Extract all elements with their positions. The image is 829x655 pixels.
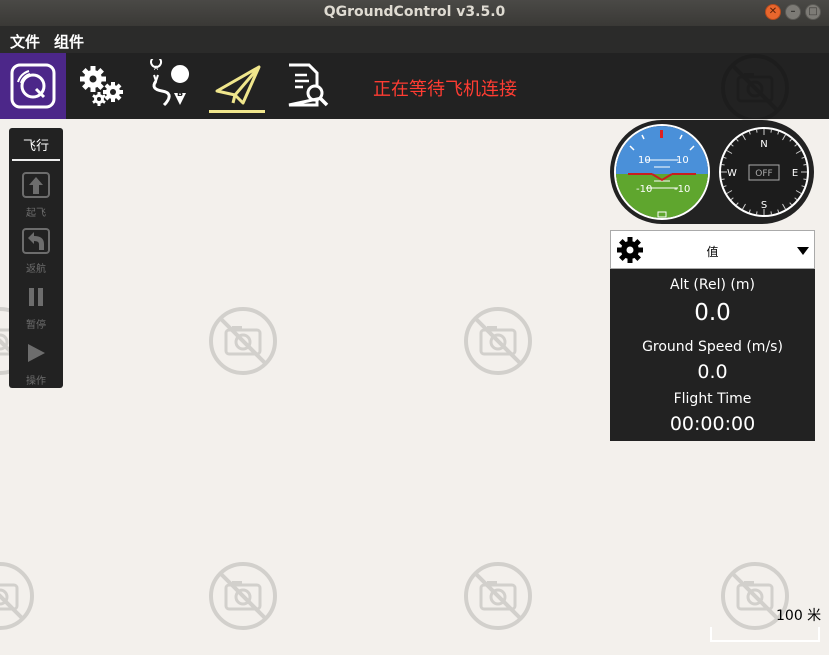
analyze-view-button[interactable] xyxy=(279,59,335,113)
pitch-label-bottom-right: -10 xyxy=(674,184,690,195)
menu-bar: 文件 组件 xyxy=(0,26,829,53)
takeoff-label: 起飞 xyxy=(26,208,46,219)
attitude-indicator: 10 10 -10 -10 xyxy=(614,124,710,220)
alt-rel-label: Alt (Rel) (m) xyxy=(670,277,755,293)
return-label: 返航 xyxy=(26,264,46,275)
compass-east: E xyxy=(792,168,798,179)
main-toolbar: B A 正在等待飞机连接 xyxy=(0,53,829,119)
compass-indicator: N E S W OFF xyxy=(718,124,810,220)
takeoff-button[interactable]: 起飞 xyxy=(9,168,63,222)
maximize-window-button[interactable]: □ xyxy=(805,4,821,20)
analyze-document-icon xyxy=(288,63,329,107)
compass-west: W xyxy=(727,168,737,179)
qgc-logo-button[interactable] xyxy=(0,53,66,119)
paper-plane-icon xyxy=(215,65,261,105)
compass-south: S xyxy=(761,200,767,211)
ground-speed-value: 0.0 xyxy=(697,361,728,383)
compass-status: OFF xyxy=(755,169,772,179)
compass-north: N xyxy=(760,139,767,150)
action-label: 操作 xyxy=(26,376,46,387)
fly-tools-divider xyxy=(12,159,60,161)
return-icon xyxy=(22,228,50,254)
fly-view-button[interactable] xyxy=(209,59,265,113)
window-titlebar: QGroundControl v3.5.0 ✕ – □ xyxy=(0,0,829,26)
flight-time-label: Flight Time xyxy=(673,391,752,407)
map-tile-placeholder-icon xyxy=(0,561,35,631)
values-widget-header[interactable]: 值 xyxy=(610,230,815,269)
pause-icon xyxy=(29,288,43,306)
ground-speed-label: Ground Speed (m/s) xyxy=(642,339,783,355)
svg-text:B: B xyxy=(177,89,183,98)
action-play-icon xyxy=(28,344,45,362)
plan-route-icon: B A xyxy=(150,56,190,107)
pitch-label-top-right: 10 xyxy=(676,155,689,166)
flight-time-value: 00:00:00 xyxy=(669,413,756,435)
map-scale-bar xyxy=(710,627,820,642)
values-widget-body: Alt (Rel) (m) 0.0 Ground Speed (m/s) 0.0… xyxy=(610,269,815,441)
fly-tools-header: 飞行 xyxy=(22,139,49,154)
connection-status-message: 正在等待飞机连接 xyxy=(373,79,517,100)
map-tile-placeholder-icon xyxy=(720,53,790,123)
pause-button[interactable]: 暂停 xyxy=(9,280,63,334)
alt-rel-value: 0.0 xyxy=(694,300,731,326)
pause-label: 暂停 xyxy=(26,320,46,331)
menu-file[interactable]: 文件 xyxy=(10,31,40,52)
values-widget-title: 值 xyxy=(706,245,719,259)
dropdown-arrow-icon[interactable] xyxy=(797,247,809,255)
map-tile-placeholder-icon xyxy=(208,306,278,376)
close-window-button[interactable]: ✕ xyxy=(765,4,781,20)
map-tile-placeholder-icon xyxy=(463,561,533,631)
map-tile-placeholder-icon xyxy=(208,561,278,631)
action-button[interactable]: 操作 xyxy=(9,336,63,390)
pitch-label-top-left: 10 xyxy=(638,155,651,166)
map-tile-placeholder-icon xyxy=(463,306,533,376)
pitch-label-bottom-left: -10 xyxy=(636,184,652,195)
gears-icon xyxy=(80,66,123,106)
plan-view-button[interactable]: B A xyxy=(142,56,198,113)
instrument-panel[interactable]: 10 10 -10 -10 N E S W OFF xyxy=(610,120,814,224)
takeoff-icon xyxy=(22,172,50,198)
window-title: QGroundControl v3.5.0 xyxy=(323,4,506,20)
fly-tools-panel: 飞行 起飞 返航 暂停 操作 xyxy=(9,128,63,388)
vehicle-setup-button[interactable] xyxy=(74,59,130,113)
menu-widgets[interactable]: 组件 xyxy=(54,31,84,52)
return-button[interactable]: 返航 xyxy=(9,224,63,278)
minimize-window-button[interactable]: – xyxy=(785,4,801,20)
qgc-logo-icon xyxy=(10,63,56,109)
map-scale-label: 100 米 xyxy=(776,608,822,624)
